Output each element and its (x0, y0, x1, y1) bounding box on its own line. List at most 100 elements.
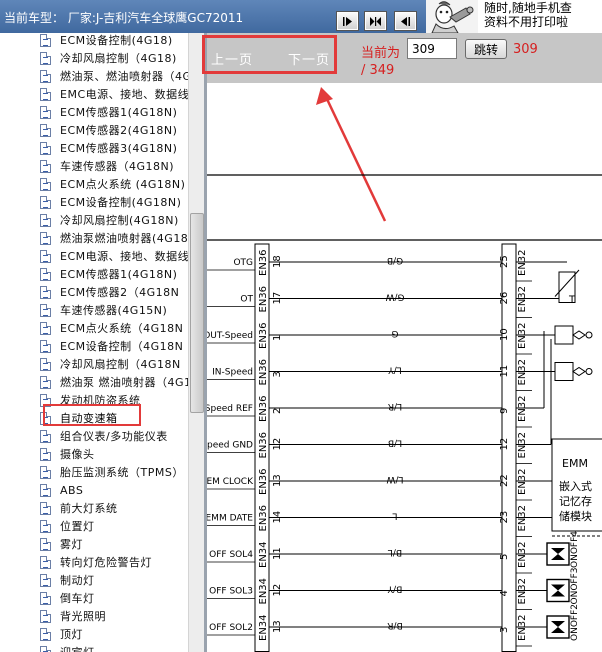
right-pin-number: 23 (499, 511, 510, 524)
tree-item[interactable]: ECM设备控制(4G18N) (40, 193, 181, 211)
pin-name-label: EMM DATE (207, 514, 253, 524)
emm-title: EMM (562, 457, 588, 470)
tree-item-label: 位置灯 (60, 520, 95, 533)
wiring-diagram: OTG EN36 18 G/B 25 EN32 OT EN36 17 G/W 26 EN32 OUT-S… (207, 83, 602, 652)
tree-item[interactable]: 组合仪表/多功能仪表 (40, 427, 168, 445)
document-icon (40, 51, 51, 65)
document-icon (40, 321, 51, 335)
document-icon (40, 267, 51, 281)
left-connector-id: EN36 (258, 468, 269, 495)
document-icon (40, 231, 51, 245)
tree-item[interactable]: ECM设备控制（4G18N (40, 337, 183, 355)
tree-item[interactable]: 倒车灯 (40, 589, 95, 607)
tree-item-label: 背光照明 (60, 610, 106, 623)
document-icon (40, 141, 51, 155)
tree-item-label: 燃油泵 燃油喷射器（4G1 (60, 376, 188, 389)
tree-item-label: ECM传感器2（4G18N (60, 286, 180, 299)
annotation-arrow-line (324, 96, 387, 222)
tree-item[interactable]: 背光照明 (40, 607, 106, 625)
wire-color-label: G/W (385, 292, 404, 302)
right-connector-id: EN32 (517, 432, 528, 459)
tree-item[interactable]: 迎宾灯 (40, 643, 95, 652)
page-number-input[interactable] (407, 38, 457, 59)
right-pin-number: 4 (499, 590, 510, 596)
tree-item[interactable]: ECM点火系统（4G18N (40, 319, 183, 337)
tree-item[interactable]: 发动机防盗系统 (40, 391, 141, 409)
right-connector-id: EN32 (517, 395, 528, 422)
tree-item[interactable]: ECM传感器2（4G18N (40, 283, 179, 301)
tree-item[interactable]: 燃油泵 燃油喷射器（4G1 (40, 373, 188, 391)
tree-item[interactable]: 自动变速箱 (40, 409, 118, 427)
document-icon (40, 105, 51, 119)
tree-item-label: 倒车灯 (60, 592, 95, 605)
collapse-right-button[interactable] (394, 11, 417, 31)
tree-item[interactable]: ECM电源、接地、数据线 (40, 247, 188, 265)
arrow-left-icon (401, 16, 410, 26)
pin-name-label: OT (240, 295, 253, 305)
tree-item[interactable]: ABS (40, 481, 83, 499)
tree-item[interactable]: 燃油泵燃油喷射器(4G18N (40, 229, 188, 247)
tree-item[interactable]: ECM传感器3(4G18N) (40, 139, 177, 157)
pin-name-label: Speed GND (207, 441, 253, 451)
right-pin-number: 5 (499, 554, 510, 560)
tree-item[interactable]: 车速传感器(4G15N) (40, 301, 167, 319)
right-connector-id: EN32 (517, 286, 528, 313)
wire-color-label: L/W (386, 474, 403, 484)
document-icon (40, 429, 51, 443)
tree-item[interactable]: 雾灯 (40, 535, 83, 553)
tree-item-label: 顶灯 (60, 628, 83, 641)
tree-item[interactable]: 摄像头 (40, 445, 95, 463)
document-icon (40, 213, 51, 227)
tree-item-label: EMC电源、接地、数据线 (60, 88, 188, 101)
tree-item-label: 车速传感器(4G15N) (60, 304, 168, 317)
tree-item-label: ECM传感器3(4G18N) (60, 142, 178, 155)
pin-name-label: OFF SOL4 (209, 550, 253, 560)
expand-both-button[interactable] (364, 11, 387, 31)
tree-item[interactable]: 胎压监测系统（TPMS） (40, 463, 184, 481)
tree-item[interactable]: ECM传感器1(4G18N) (40, 103, 177, 121)
document-icon (40, 627, 51, 641)
tree-item[interactable]: 车速传感器（4G18N) (40, 157, 174, 175)
document-icon (40, 501, 51, 515)
document-icon (40, 609, 51, 623)
tree-item[interactable]: ECM传感器1(4G18N) (40, 265, 177, 283)
tree-item[interactable]: 顶灯 (40, 625, 83, 643)
scrollbar-thumb[interactable] (190, 213, 204, 413)
tree-item[interactable]: 位置灯 (40, 517, 95, 535)
left-connector-id: EN36 (258, 322, 269, 349)
tree-item-label: 转向灯危险警告灯 (60, 556, 152, 569)
document-icon (40, 195, 51, 209)
tree-item[interactable]: 转向灯危险警告灯 (40, 553, 152, 571)
document-icon (40, 537, 51, 551)
speed-sensor-body (554, 325, 574, 345)
tree-item-label: ECM点火系统 (4G18N) (60, 178, 186, 191)
emm-desc: 嵌入式 (559, 480, 592, 493)
tree-item[interactable]: EMC电源、接地、数据线 (40, 85, 188, 103)
tree-item[interactable]: 制动灯 (40, 571, 95, 589)
document-icon (40, 285, 51, 299)
tree-item[interactable]: ECM点火系统 (4G18N) (40, 175, 185, 193)
tree-item[interactable]: 前大灯系统 (40, 499, 118, 517)
tree-item-label: ECM设备控制(4G18N) (60, 196, 182, 209)
tree-item[interactable]: 燃油泵、燃油喷射器（4G (40, 67, 188, 85)
jump-button[interactable]: 跳转 (465, 39, 507, 59)
temp-sensor-label: T (568, 295, 576, 306)
next-page-link[interactable]: 下一页 (288, 49, 330, 68)
tree-item-label: ECM传感器1(4G18N) (60, 268, 178, 281)
sidebar-scrollbar[interactable] (188, 33, 204, 652)
prev-page-link[interactable]: 上一页 (211, 49, 253, 68)
promo-banner[interactable]: 随时,随地手机查 资料不用打印啦 (478, 0, 602, 33)
top-banner: 当前车型： 厂家:J-吉利汽车全球鹰GC72011 随时,随地手机查 资料不用打… (0, 0, 602, 33)
tree-item[interactable]: 冷却风扇控制（4G18N (40, 355, 181, 373)
tree-item[interactable]: ECM设备控制(4G18) (40, 33, 173, 49)
tree-item[interactable]: ECM传感器2(4G18N) (40, 121, 177, 139)
tree-item-label: 冷却风扇控制(4G18N) (60, 214, 179, 227)
wire-color-label: B/R (387, 620, 402, 630)
tree-item-label: 发动机防盗系统 (60, 394, 141, 407)
speed-sensor-node (585, 368, 593, 375)
collapse-left-button[interactable] (336, 11, 359, 31)
speed-sensor-tip (572, 366, 586, 377)
tree-item[interactable]: 冷却风扇控制（4G18) (40, 49, 177, 67)
tree-item[interactable]: 冷却风扇控制(4G18N) (40, 211, 179, 229)
right-connector-id: EN32 (517, 614, 528, 641)
